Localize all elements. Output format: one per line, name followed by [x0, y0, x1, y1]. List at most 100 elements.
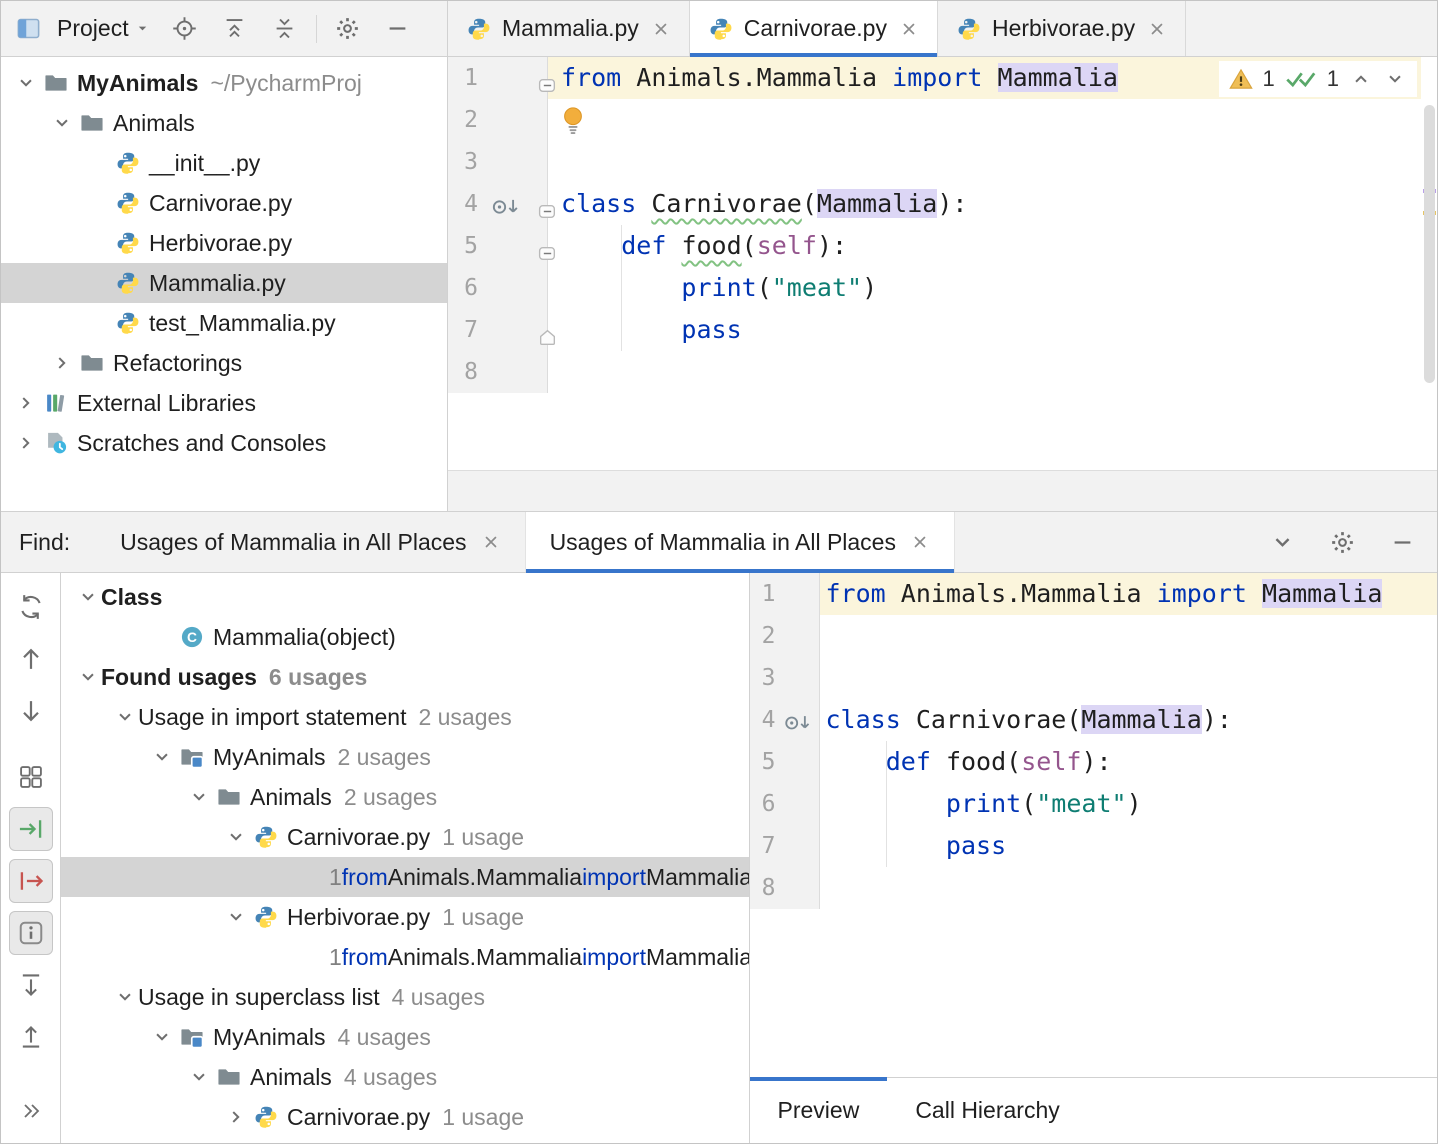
code-text[interactable]: [820, 615, 1438, 657]
code-text[interactable]: print("meat"): [820, 783, 1438, 825]
usage-row[interactable]: 1 from Animals.Mammalia import Mammalia: [61, 937, 749, 977]
tree-row-myanimals[interactable]: MyAnimals2 usages: [61, 737, 749, 777]
locate-file-icon[interactable]: [170, 14, 200, 44]
code-line[interactable]: 1from Animals.Mammalia import Mammalia: [750, 573, 1438, 615]
next-occurrence-icon[interactable]: [9, 689, 53, 733]
code-text[interactable]: [548, 351, 1437, 393]
previous-problem-icon[interactable]: [1349, 68, 1373, 90]
tree-row-animals[interactable]: Animals: [1, 103, 447, 143]
tree-row-herbivorae-py[interactable]: Herbivorae.py: [1, 223, 447, 263]
tree-row-external-libraries[interactable]: External Libraries: [1, 383, 447, 423]
chevron-down-icon[interactable]: [1267, 527, 1297, 557]
chevron-down-icon[interactable]: [149, 744, 175, 770]
code-text[interactable]: print("meat"): [548, 267, 1437, 309]
tree-row-myanimals[interactable]: MyAnimals4 usages: [61, 1017, 749, 1057]
inspections-widget[interactable]: 1 1: [1219, 61, 1418, 97]
editor-tab-carnivorae-py[interactable]: Carnivorae.py: [690, 1, 938, 56]
tree-row-carnivorae-py[interactable]: Carnivorae.py1 usage: [61, 817, 749, 857]
chevron-right-icon[interactable]: [13, 390, 39, 416]
tree-row-class[interactable]: Class: [61, 577, 749, 617]
close-icon[interactable]: [910, 532, 930, 552]
find-tab[interactable]: Usages of Mammalia in All Places: [526, 512, 955, 572]
code-text[interactable]: class Carnivorae(Mammalia):: [820, 699, 1438, 741]
code-text[interactable]: pass: [548, 309, 1437, 351]
autoscroll-from-source-icon[interactable]: [9, 859, 53, 903]
code-text[interactable]: class Carnivorae(Mammalia):: [548, 183, 1437, 225]
code-text[interactable]: [820, 657, 1438, 699]
tree-row-test-mammalia-py[interactable]: test_Mammalia.py: [1, 303, 447, 343]
editor-tab-herbivorae-py[interactable]: Herbivorae.py: [938, 1, 1186, 56]
tree-row-animals[interactable]: Animals2 usages: [61, 777, 749, 817]
editor-tab-mammalia-py[interactable]: Mammalia.py: [448, 1, 690, 56]
intention-bulb-icon[interactable]: [561, 105, 585, 135]
code-text[interactable]: [548, 99, 1437, 141]
chevron-down-icon[interactable]: [49, 110, 75, 136]
chevron-down-icon[interactable]: [75, 664, 101, 690]
chevron-right-icon[interactable]: [223, 1104, 249, 1130]
code-line[interactable]: 7 pass: [750, 825, 1438, 867]
preview-tab-call-hierarchy[interactable]: Call Hierarchy: [887, 1078, 1087, 1143]
tree-row-mammalia-object[interactable]: CMammalia(object): [61, 617, 749, 657]
tree-row-init-py[interactable]: __init__.py: [1, 143, 447, 183]
expand-all-icon[interactable]: [9, 963, 53, 1007]
chevron-down-icon[interactable]: [186, 784, 212, 810]
chevron-down-icon[interactable]: [186, 1064, 212, 1090]
settings-icon[interactable]: [333, 14, 363, 44]
code-text[interactable]: [820, 867, 1438, 909]
code-line[interactable]: 6 print("meat"): [448, 267, 1437, 309]
previous-occurrence-icon[interactable]: [9, 637, 53, 681]
tree-row-refactorings[interactable]: Refactorings: [1, 343, 447, 383]
code-line[interactable]: 4class Carnivorae(Mammalia):: [750, 699, 1438, 741]
chevron-down-icon[interactable]: [112, 984, 138, 1010]
chevron-down-icon[interactable]: [112, 704, 138, 730]
code-line[interactable]: 8: [750, 867, 1438, 909]
collapse-all-icon[interactable]: [270, 14, 300, 44]
project-view-selector[interactable]: Project: [57, 15, 150, 42]
chevron-down-icon[interactable]: [223, 904, 249, 930]
tree-row-found-usages[interactable]: Found usages6 usages: [61, 657, 749, 697]
fold-marker-icon[interactable]: [537, 235, 558, 256]
chevron-down-icon[interactable]: [149, 1024, 175, 1050]
code-line[interactable]: 4class Carnivorae(Mammalia):: [448, 183, 1437, 225]
code-line[interactable]: 2: [750, 615, 1438, 657]
close-icon[interactable]: [651, 19, 671, 39]
code-text[interactable]: def food(self):: [548, 225, 1437, 267]
chevron-right-icon[interactable]: [49, 350, 75, 376]
tree-row-carnivorae-py[interactable]: Carnivorae.py: [1, 183, 447, 223]
code-line[interactable]: 3: [448, 141, 1437, 183]
code-line[interactable]: 2: [448, 99, 1437, 141]
tree-row-usage-in-import-statement[interactable]: Usage in import statement2 usages: [61, 697, 749, 737]
code-text[interactable]: def food(self):: [820, 741, 1438, 783]
code-text[interactable]: from Animals.Mammalia import Mammalia: [820, 573, 1438, 615]
tree-row-myanimals[interactable]: MyAnimals~/PycharmProj: [1, 63, 447, 103]
code-line[interactable]: 8: [448, 351, 1437, 393]
autoscroll-to-source-icon[interactable]: [9, 807, 53, 851]
chevron-down-icon[interactable]: [223, 824, 249, 850]
code-text[interactable]: [548, 141, 1437, 183]
scroll-to-top-icon[interactable]: [220, 14, 250, 44]
tree-row-usage-in-superclass-list[interactable]: Usage in superclass list4 usages: [61, 977, 749, 1017]
chevron-down-icon[interactable]: [75, 584, 101, 610]
hide-panel-icon[interactable]: [1387, 527, 1417, 557]
close-icon[interactable]: [1147, 19, 1167, 39]
chevron-down-icon[interactable]: [13, 70, 39, 96]
collapse-all-icon[interactable]: [9, 1015, 53, 1059]
find-tab[interactable]: Usages of Mammalia in All Places: [96, 512, 525, 572]
code-line[interactable]: 5 def food(self):: [750, 741, 1438, 783]
code-line[interactable]: 6 print("meat"): [750, 783, 1438, 825]
overridden-marker-icon[interactable]: [782, 707, 814, 733]
fold-marker-icon[interactable]: [537, 319, 558, 340]
tree-row-carnivorae-py[interactable]: Carnivorae.py1 usage: [61, 1097, 749, 1137]
tree-row-herbivorae-py[interactable]: Herbivorae.py1 usage: [61, 897, 749, 937]
rerun-search-icon[interactable]: [9, 585, 53, 629]
code-line[interactable]: 5 def food(self):: [448, 225, 1437, 267]
fold-marker-icon[interactable]: [537, 67, 558, 88]
group-by-icon[interactable]: [9, 755, 53, 799]
fold-marker-icon[interactable]: [537, 193, 558, 214]
tree-row-animals[interactable]: Animals4 usages: [61, 1057, 749, 1097]
code-line[interactable]: 7 pass: [448, 309, 1437, 351]
preview-usages-icon[interactable]: [9, 911, 53, 955]
close-icon[interactable]: [481, 532, 501, 552]
usage-row[interactable]: 1 from Animals.Mammalia import Mammalia: [61, 857, 749, 897]
code-text[interactable]: pass: [820, 825, 1438, 867]
